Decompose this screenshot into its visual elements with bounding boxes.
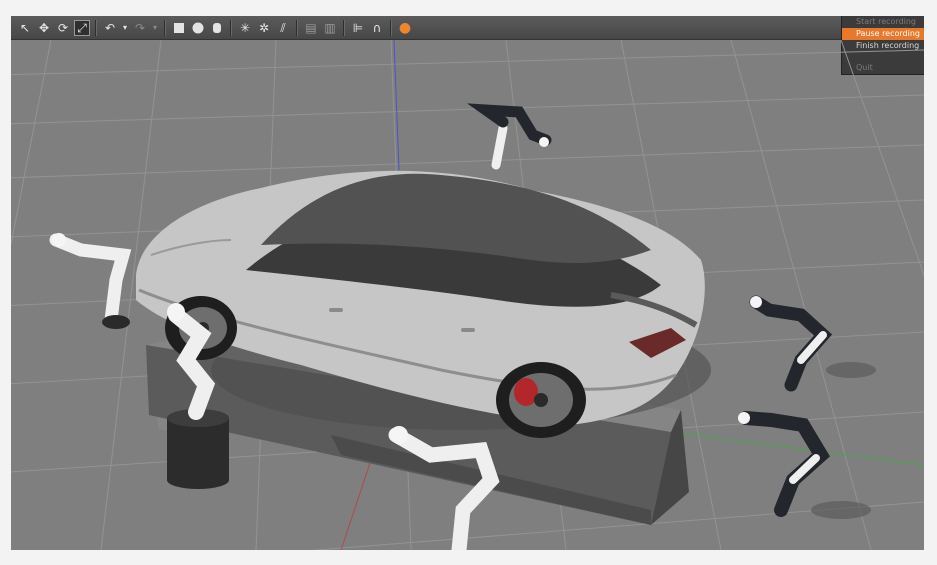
box-shape-icon[interactable] xyxy=(171,20,187,36)
y-axis-line xyxy=(340,459,372,550)
copy-icon[interactable]: ▤ xyxy=(303,20,319,36)
spot-light-icon[interactable]: ✲ xyxy=(256,20,272,36)
directional-light-icon[interactable]: ⫽ xyxy=(275,20,291,36)
x-axis-line xyxy=(670,431,924,466)
toolbar-separator xyxy=(230,19,232,36)
simulator-window: ↖ ✥ ⟳ ⤢ ↶ ▾ ↷ ▾ ✳ ✲ ⫽ ▤ ▥ ⊫ ∩ ● Start re… xyxy=(11,16,924,550)
menu-item-start-recording[interactable]: Start recording xyxy=(842,16,924,28)
align-icon[interactable]: ⊫ xyxy=(350,20,366,36)
rotate-icon[interactable]: ⟳ xyxy=(55,20,71,36)
3d-viewport[interactable] xyxy=(11,40,924,550)
robot-pedestal[interactable] xyxy=(167,409,229,489)
toolbar-separator xyxy=(343,19,345,36)
robot-arm-dark-right-lower[interactable] xyxy=(738,411,871,519)
redo-icon[interactable]: ↷ xyxy=(132,20,148,36)
redo-history-icon[interactable]: ▾ xyxy=(151,20,159,36)
toolbar-separator xyxy=(296,19,298,36)
toolbar-separator xyxy=(164,19,166,36)
robot-arm-white-left[interactable] xyxy=(49,233,132,329)
menu-item-pause-recording[interactable]: Pause recording xyxy=(842,28,924,40)
scale-icon[interactable]: ⤢ xyxy=(74,19,90,36)
snap-icon[interactable]: ∩ xyxy=(369,20,385,36)
select-arrow-icon[interactable]: ↖ xyxy=(17,20,33,36)
undo-icon[interactable]: ↶ xyxy=(102,20,118,36)
undo-history-icon[interactable]: ▾ xyxy=(121,20,129,36)
z-axis-line xyxy=(393,40,400,171)
record-icon[interactable]: ● xyxy=(397,20,413,36)
paste-icon[interactable]: ▥ xyxy=(322,20,338,36)
cylinder-shape-icon[interactable] xyxy=(209,20,225,36)
translate-icon[interactable]: ✥ xyxy=(36,20,52,36)
sphere-shape-icon[interactable] xyxy=(190,20,206,36)
point-light-icon[interactable]: ✳ xyxy=(237,20,253,36)
rear-wheel xyxy=(496,362,586,438)
toolbar: ↖ ✥ ⟳ ⤢ ↶ ▾ ↷ ▾ ✳ ✲ ⫽ ▤ ▥ ⊫ ∩ ● xyxy=(11,16,924,40)
toolbar-separator xyxy=(95,19,97,36)
toolbar-separator xyxy=(390,19,392,36)
